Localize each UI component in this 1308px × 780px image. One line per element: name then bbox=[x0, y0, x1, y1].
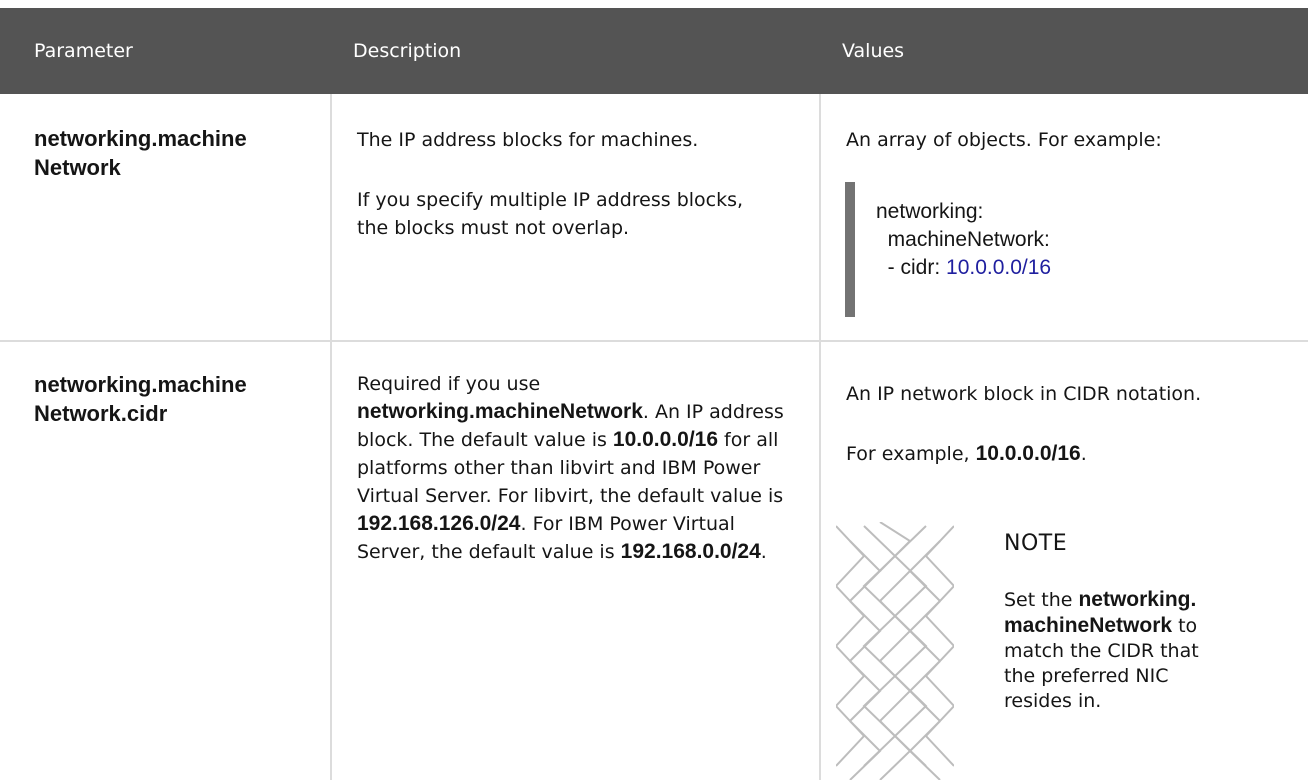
description-text: If you specify multiple IP address block… bbox=[357, 189, 744, 239]
text-run: Set the bbox=[1004, 589, 1079, 611]
text-run-bold: 192.168.126.0/24 bbox=[357, 512, 521, 535]
note-pattern-icon bbox=[836, 522, 954, 780]
text-run-bold: 10.0.0.0/16 bbox=[975, 442, 1081, 465]
parameter-name-line: Network bbox=[34, 155, 121, 180]
description-text: The IP address blocks for machines. bbox=[357, 129, 699, 151]
code-line: - cidr: 10.0.0.0/16 bbox=[876, 254, 1051, 282]
text-run: . bbox=[1080, 443, 1087, 465]
description-text: Required if you use networking.machineNe… bbox=[357, 370, 789, 566]
note-text: Set the networking.machineNetwork to mat… bbox=[1004, 587, 1200, 714]
column-divider bbox=[330, 94, 332, 780]
code-block: networking: machineNetwork: - cidr: 10.0… bbox=[876, 198, 1051, 282]
text-run: Required if you use bbox=[357, 373, 541, 395]
code-key: - cidr: bbox=[876, 256, 947, 279]
text-run-bold: 192.168.0.0/24 bbox=[620, 540, 761, 563]
parameter-name-line: networking.machine bbox=[34, 372, 247, 397]
column-divider bbox=[819, 94, 821, 780]
text-run-bold: networking.machineNetwork bbox=[357, 400, 643, 423]
note-title: NOTE bbox=[1004, 531, 1068, 556]
header-values: Values bbox=[842, 40, 905, 62]
values-text: An IP network block in CIDR notation. bbox=[846, 383, 1202, 405]
code-value: 10.0.0.0/16 bbox=[946, 256, 1052, 279]
parameter-name: networking.machine Network.cidr bbox=[34, 370, 247, 428]
text-run: For example, bbox=[846, 443, 976, 465]
parameter-name-line: networking.machine bbox=[34, 126, 247, 151]
text-run: . bbox=[760, 541, 767, 563]
values-text: An array of objects. For example: bbox=[846, 129, 1162, 151]
row-divider bbox=[0, 340, 1308, 342]
table-header: Parameter Description Values bbox=[0, 8, 1308, 94]
values-example: For example, 10.0.0.0/16. bbox=[846, 440, 1296, 468]
code-line: networking: bbox=[876, 200, 984, 223]
header-parameter: Parameter bbox=[34, 40, 133, 62]
code-block-bar bbox=[845, 182, 855, 317]
parameter-name: networking.machine Network bbox=[34, 124, 247, 182]
header-description: Description bbox=[353, 40, 462, 62]
code-line: machineNetwork: bbox=[876, 228, 1050, 251]
text-run-bold: 10.0.0.0/16 bbox=[612, 428, 719, 451]
parameter-name-line: Network.cidr bbox=[34, 401, 168, 426]
